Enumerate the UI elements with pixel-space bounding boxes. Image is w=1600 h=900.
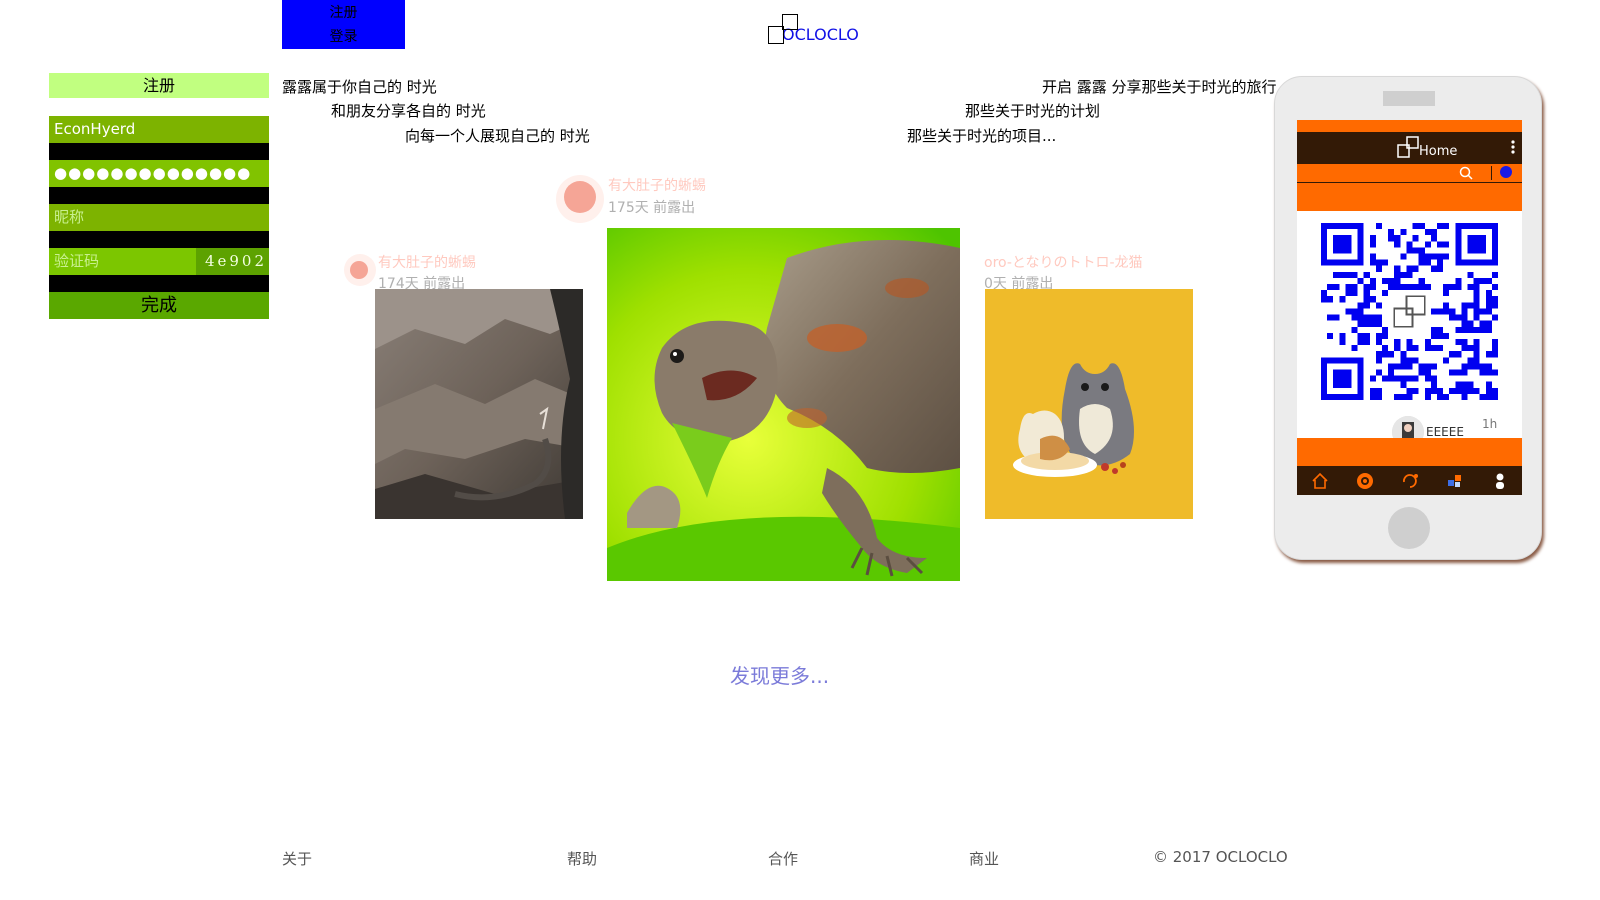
nav-login-link[interactable]: 登录 xyxy=(330,25,358,49)
page-root: 注册 登录 OCLOCLO 注册 EconHyerd ●●●●●●●●●●●●●… xyxy=(0,0,1600,900)
footer-business-link[interactable]: 商业 xyxy=(969,848,999,869)
app-header-title: Home xyxy=(1419,144,1458,159)
card-username[interactable]: 有大肚子的蜥蜴 xyxy=(608,175,706,197)
qr-code xyxy=(1321,223,1498,400)
discover-icon[interactable] xyxy=(1355,471,1375,491)
post-time: 1h xyxy=(1482,417,1498,431)
captcha-placeholder: 验证码 xyxy=(54,252,100,270)
phone-speaker xyxy=(1383,91,1435,106)
username-field[interactable]: EconHyerd xyxy=(49,116,269,143)
intro-line: 向每一个人展现自己的 时光 xyxy=(405,127,590,145)
phone-home-button xyxy=(1388,507,1430,549)
captcha-image[interactable]: 4e902 xyxy=(196,248,269,275)
card-meta: 有大肚子的蜥蜴 175天 前露出 xyxy=(556,175,706,223)
card-username[interactable]: 有大肚子的蜥蜴 xyxy=(378,254,476,273)
register-title: 注册 xyxy=(49,73,269,98)
more-options-icon[interactable] xyxy=(1511,140,1515,154)
submit-button[interactable]: 完成 xyxy=(49,292,269,319)
card-time: 175天 前露出 xyxy=(608,200,696,216)
post-username[interactable]: EEEEE xyxy=(1426,425,1464,439)
home-icon[interactable] xyxy=(1310,471,1330,491)
user-avatar[interactable] xyxy=(344,254,376,286)
logo-icon xyxy=(768,14,798,44)
globe-icon[interactable] xyxy=(1500,166,1512,178)
form-divider xyxy=(49,143,269,160)
intro-line: 那些关于时光的项目... xyxy=(907,127,1057,145)
discover-more-link[interactable]: 发现更多... xyxy=(730,660,829,689)
intro-line: 开启 露露 分享那些关于时光的旅行 xyxy=(1042,78,1277,96)
nav-register-link[interactable]: 注册 xyxy=(330,1,358,25)
refresh-icon[interactable] xyxy=(1400,471,1420,491)
intro-line: 那些关于时光的计划 xyxy=(965,102,1101,120)
password-field[interactable]: ●●●●●●●●●●●●●● xyxy=(49,160,269,187)
form-divider xyxy=(49,187,269,204)
intro-line: 和朋友分享各自的 时光 xyxy=(331,102,486,120)
post-photo[interactable] xyxy=(607,228,960,581)
app-header: Home xyxy=(1297,132,1522,164)
intro-line: 露露属于你自己的 时光 xyxy=(282,78,437,96)
post-photo[interactable] xyxy=(375,289,583,519)
footer-help-link[interactable]: 帮助 xyxy=(567,848,597,869)
captcha-field[interactable]: 验证码 4e902 xyxy=(49,248,269,275)
post-photo[interactable] xyxy=(985,289,1193,519)
user-avatar[interactable] xyxy=(556,175,604,223)
app-search-bar[interactable] xyxy=(1297,164,1522,183)
phone-screen: Home EEEEE 1h xyxy=(1297,120,1522,495)
site-logo[interactable]: OCLOCLO xyxy=(768,10,859,44)
phone-mockup: Home EEEEE 1h xyxy=(1274,76,1542,560)
copyright-text: © 2017 OCLOCLO xyxy=(1153,848,1288,866)
footer-cooperation-link[interactable]: 合作 xyxy=(768,848,798,869)
register-form: EconHyerd ●●●●●●●●●●●●●● 昵称 验证码 4e902 完成 xyxy=(49,116,269,319)
form-divider xyxy=(49,275,269,292)
profile-icon[interactable] xyxy=(1490,471,1510,491)
card-username[interactable]: oro-となりのトトロ-龙猫 xyxy=(984,254,1143,273)
app-tab-bar xyxy=(1297,466,1522,495)
app-logo-icon xyxy=(1397,136,1419,158)
form-divider xyxy=(49,231,269,248)
apps-icon[interactable] xyxy=(1445,471,1465,491)
search-icon[interactable] xyxy=(1459,166,1473,180)
footer-about-link[interactable]: 关于 xyxy=(282,848,312,869)
nickname-field[interactable]: 昵称 xyxy=(49,204,269,231)
top-nav: 注册 登录 xyxy=(282,0,405,49)
register-panel: 注册 EconHyerd ●●●●●●●●●●●●●● 昵称 验证码 4e902… xyxy=(49,73,269,319)
